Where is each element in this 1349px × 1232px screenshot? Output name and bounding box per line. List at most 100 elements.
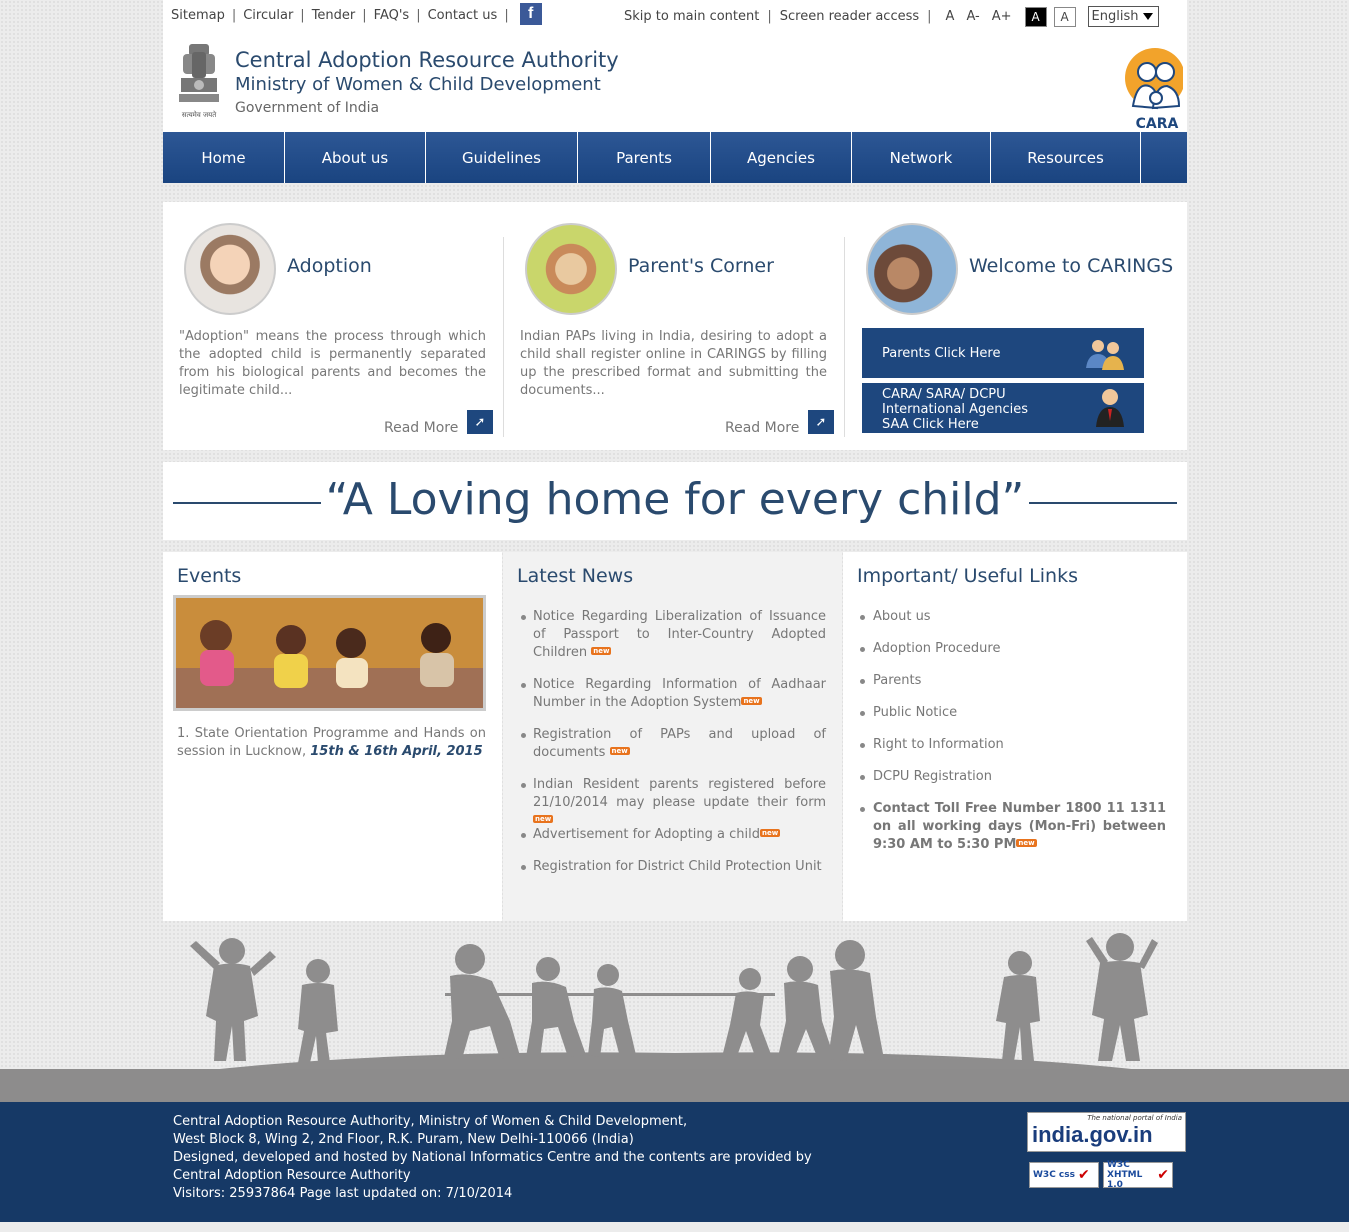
government-name: Government of India (235, 100, 380, 116)
events-block: Events 1. State Orientation Programme an… (163, 552, 502, 921)
india-gov-text: india.gov.in (1032, 1122, 1153, 1147)
divider (503, 237, 504, 437)
font-increase-button[interactable]: A+ (992, 9, 1012, 24)
news-item-text: Registration of PAPs and upload of docum… (533, 727, 826, 760)
footer-text: Central Adoption Resource Authority, Min… (173, 1113, 812, 1203)
parents-corner-avatar (525, 223, 617, 315)
nav-network[interactable]: Network (852, 132, 991, 183)
news-item-text: Advertisement for Adopting a child (533, 827, 760, 842)
footer-line2: West Block 8, Wing 2, 2nd Floor, R.K. Pu… (173, 1132, 634, 1147)
link-parents[interactable]: Parents (857, 672, 1166, 690)
contrast-dark-button[interactable]: A (1024, 6, 1047, 27)
carings-title[interactable]: Welcome to CARINGS (969, 255, 1173, 277)
news-item[interactable]: Notice Regarding Information of Aadhaar … (519, 676, 826, 712)
news-item[interactable]: Registration for District Child Protecti… (519, 858, 826, 878)
adoption-arrow-icon[interactable]: ➚ (467, 410, 493, 434)
emblem-caption: सत्यमेव जयते (182, 110, 217, 119)
sitemap-link[interactable]: Sitemap (171, 8, 225, 23)
cara-logo-text: CARA (1136, 116, 1179, 130)
font-normal-button[interactable]: A (946, 9, 955, 24)
w3c-xhtml-badge[interactable]: W3C XHTML 1.0 ✔ (1103, 1160, 1173, 1190)
india-gov-tagline: The national portal of India (1087, 1114, 1182, 1122)
main-navigation: Home About us Guidelines Parents Agencie… (163, 132, 1187, 183)
link-right-to-information[interactable]: Right to Information (857, 736, 1166, 754)
parents-click-here-button[interactable]: Parents Click Here (862, 328, 1144, 378)
screen-reader-link[interactable]: Screen reader access (780, 9, 919, 24)
separator: | (504, 8, 509, 23)
adoption-title[interactable]: Adoption (287, 255, 372, 277)
parents-corner-arrow-icon[interactable]: ➚ (808, 410, 834, 434)
content-blocks: Events 1. State Orientation Programme an… (163, 552, 1187, 921)
link-about-us[interactable]: About us (857, 608, 1166, 626)
link-dcpu-registration[interactable]: DCPU Registration (857, 768, 1166, 786)
event-date: 15th & 16th April, 2015 (310, 744, 483, 759)
language-select[interactable]: English (1087, 6, 1159, 27)
agency-button-line2: International Agencies (882, 401, 1029, 417)
separator: | (767, 9, 772, 24)
parents-corner-title[interactable]: Parent's Corner (628, 255, 774, 277)
checkmark-icon: ✔ (1157, 1167, 1169, 1183)
separator: | (362, 8, 367, 23)
footer-visitors: Visitors: 25937864 Page last updated on:… (173, 1186, 513, 1201)
feature-cards: Adoption "Adoption" means the process th… (163, 202, 1187, 450)
skip-to-main-link[interactable]: Skip to main content (624, 9, 759, 24)
event-number: 1. (177, 726, 190, 741)
w3c-css-badge[interactable]: W3C css ✔ (1029, 1162, 1099, 1188)
parents-button-label: Parents Click Here (882, 345, 1001, 361)
link-public-notice[interactable]: Public Notice (857, 704, 1166, 722)
news-item[interactable]: Registration of PAPs and upload of docum… (519, 726, 826, 762)
adoption-avatar (184, 223, 276, 315)
india-gov-logo[interactable]: The national portal of India india.gov.i… (1027, 1112, 1186, 1152)
footer-line1: Central Adoption Resource Authority, Min… (173, 1114, 688, 1129)
footer-line4: Central Adoption Resource Authority (173, 1168, 411, 1183)
separator: | (300, 8, 305, 23)
nav-about-us[interactable]: About us (285, 132, 426, 183)
children-silhouette-illustration (0, 921, 1349, 1102)
news-item-text: Indian Resident parents registered befor… (533, 777, 826, 810)
separator: | (231, 8, 237, 23)
news-item[interactable]: Indian Resident parents registered befor… (519, 776, 826, 830)
adoption-text: "Adoption" means the process through whi… (179, 329, 486, 398)
parents-corner-text: Indian PAPs living in India, desiring to… (520, 329, 827, 398)
useful-links-block: Important/ Useful Links About us Adoptio… (843, 552, 1187, 921)
ministry-name: Ministry of Women & Child Development (235, 74, 601, 95)
event-item[interactable]: 1. State Orientation Programme and Hands… (177, 725, 486, 761)
events-photo[interactable] (173, 595, 486, 711)
agencies-click-here-button[interactable]: CARA/ SARA/ DCPU International Agencies … (862, 383, 1144, 433)
news-item[interactable]: Notice Regarding Liberalization of Issua… (519, 608, 826, 662)
nav-home[interactable]: Home (163, 132, 285, 183)
circular-link[interactable]: Circular (243, 8, 293, 23)
faq-link[interactable]: FAQ's (374, 8, 410, 23)
toll-free-contact: Contact Toll Free Number 1800 11 1311 on… (857, 800, 1166, 854)
news-item-text: Notice Regarding Liberalization of Issua… (533, 609, 826, 660)
site-footer: Central Adoption Resource Authority, Min… (0, 1102, 1349, 1222)
facebook-icon[interactable]: f (519, 3, 542, 25)
agency-button-line3: SAA Click Here (882, 416, 979, 432)
new-badge: new (609, 747, 630, 755)
w3c-css-text: W3C css (1033, 1170, 1075, 1180)
news-item[interactable]: Advertisement for Adopting a child new (519, 826, 826, 844)
contact-us-link[interactable]: Contact us (428, 8, 498, 23)
tagline-rule-right (1029, 502, 1177, 504)
agency-button-line1: CARA/ SARA/ DCPU (882, 386, 1006, 402)
nav-parents[interactable]: Parents (578, 132, 711, 183)
org-name: Central Adoption Resource Authority (235, 48, 619, 72)
nav-agencies[interactable]: Agencies (711, 132, 852, 183)
contrast-light-button[interactable]: A (1053, 6, 1076, 27)
divider (844, 237, 845, 437)
page-bottom-strip (0, 1222, 1349, 1232)
news-block: Latest News Notice Regarding Liberalizat… (503, 552, 842, 921)
ground-band (0, 1069, 1349, 1102)
new-badge: new (741, 697, 762, 705)
adoption-read-more[interactable]: Read More (384, 420, 458, 436)
news-title: Latest News (517, 565, 634, 587)
link-adoption-procedure[interactable]: Adoption Procedure (857, 640, 1166, 658)
nav-resources[interactable]: Resources (991, 132, 1141, 183)
font-decrease-button[interactable]: A- (966, 9, 979, 24)
parents-corner-read-more[interactable]: Read More (725, 420, 799, 436)
top-links: Sitemap | Circular | Tender | FAQ's | Contac… (171, 3, 542, 25)
cara-logo[interactable]: CARA (1123, 46, 1183, 130)
nav-guidelines[interactable]: Guidelines (426, 132, 578, 183)
tender-link[interactable]: Tender (312, 8, 356, 23)
news-item-text: Notice Regarding Information of Aadhaar … (533, 677, 826, 710)
